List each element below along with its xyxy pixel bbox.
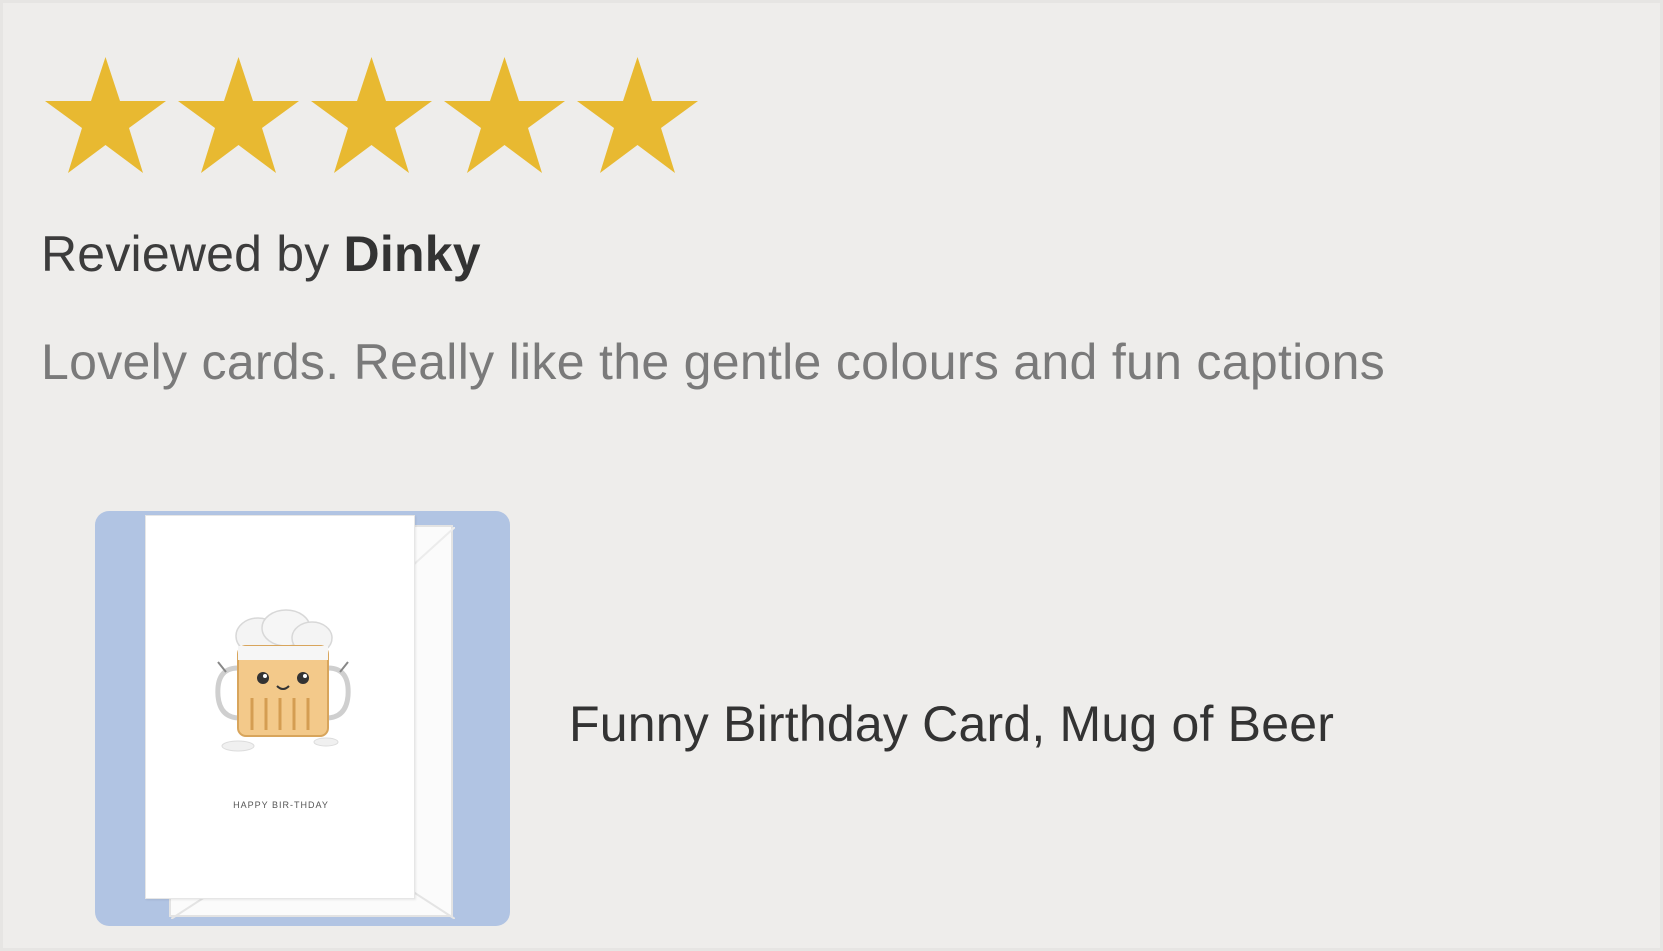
star-rating [43, 55, 700, 175]
review-text: Lovely cards. Really like the gentle col… [41, 334, 1386, 390]
card-caption: HAPPY BIR-THDAY [233, 800, 329, 810]
reviewer-name: Dinky [343, 226, 481, 282]
beer-mug-icon [208, 606, 358, 766]
reviewer-line: Reviewed by Dinky [41, 225, 481, 283]
star-icon [575, 55, 700, 175]
star-icon [176, 55, 301, 175]
reviewed-by-label: Reviewed by [41, 226, 344, 282]
star-icon [442, 55, 567, 175]
product-thumbnail[interactable]: HAPPY BIR-THDAY [95, 511, 510, 926]
star-icon [43, 55, 168, 175]
product-title-link[interactable]: Funny Birthday Card, Mug of Beer [569, 695, 1334, 753]
review-card: Reviewed by Dinky Lovely cards. Really l… [0, 0, 1663, 951]
greeting-card-image: HAPPY BIR-THDAY [145, 515, 415, 899]
star-icon [309, 55, 434, 175]
